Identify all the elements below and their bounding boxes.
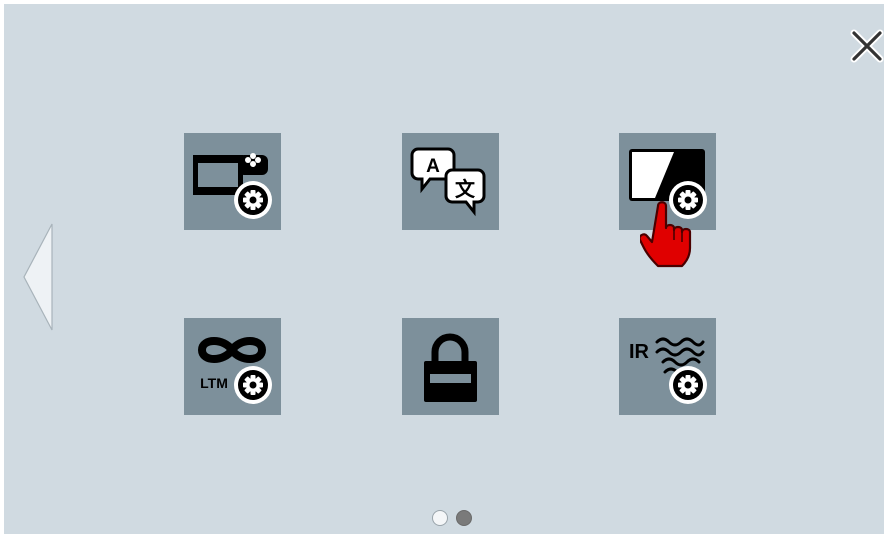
language-tile[interactable]: A 文 (402, 133, 499, 230)
language-translate-icon: A 文 (410, 147, 486, 217)
svg-text:文: 文 (455, 177, 476, 201)
ir-settings-icon: IR (629, 337, 707, 404)
close-button[interactable] (850, 29, 884, 63)
previous-page-button[interactable] (22, 222, 56, 332)
chevron-left-icon (23, 223, 53, 331)
svg-text:A: A (426, 156, 440, 177)
ir-settings-tile[interactable]: IR (619, 318, 716, 415)
pagination-dots (432, 510, 476, 528)
page-dot-1[interactable] (432, 510, 448, 526)
ltm-settings-icon: LTM (197, 337, 272, 404)
menu-screen: A 文 LTM IR (4, 4, 884, 534)
picture-mode-settings-tile[interactable] (619, 133, 716, 230)
page-dot-2-active[interactable] (456, 510, 472, 526)
picture-mode-settings-icon (629, 149, 707, 219)
ltm-label: LTM (200, 375, 228, 391)
ir-label: IR (629, 341, 650, 363)
lock-tile[interactable] (402, 318, 499, 415)
lock-icon (424, 333, 477, 402)
ltm-settings-tile[interactable]: LTM (184, 318, 281, 415)
close-icon (850, 29, 884, 63)
game-mode-settings-icon (193, 153, 272, 219)
game-mode-settings-tile[interactable] (184, 133, 281, 230)
